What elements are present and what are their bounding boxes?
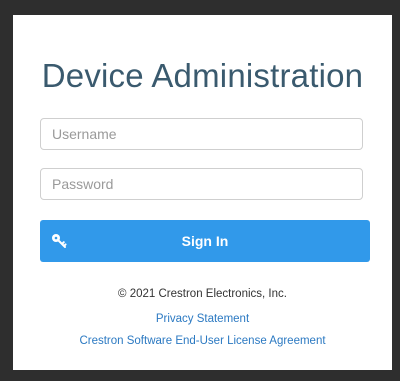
username-field[interactable] [40, 118, 363, 150]
copyright-text: © 2021 Crestron Electronics, Inc. [118, 288, 287, 300]
eula-link[interactable]: Crestron Software End-User License Agree… [13, 335, 392, 347]
page-frame: Device Administration Sign In © 2021 Cre… [0, 0, 400, 381]
page-title: Device Administration [41, 57, 364, 94]
password-field[interactable] [40, 168, 363, 200]
sign-in-label: Sign In [181, 233, 229, 249]
sign-in-button[interactable]: Sign In [40, 220, 370, 262]
login-card: Device Administration Sign In © 2021 Cre… [13, 15, 392, 370]
privacy-statement-link[interactable]: Privacy Statement [13, 313, 392, 325]
